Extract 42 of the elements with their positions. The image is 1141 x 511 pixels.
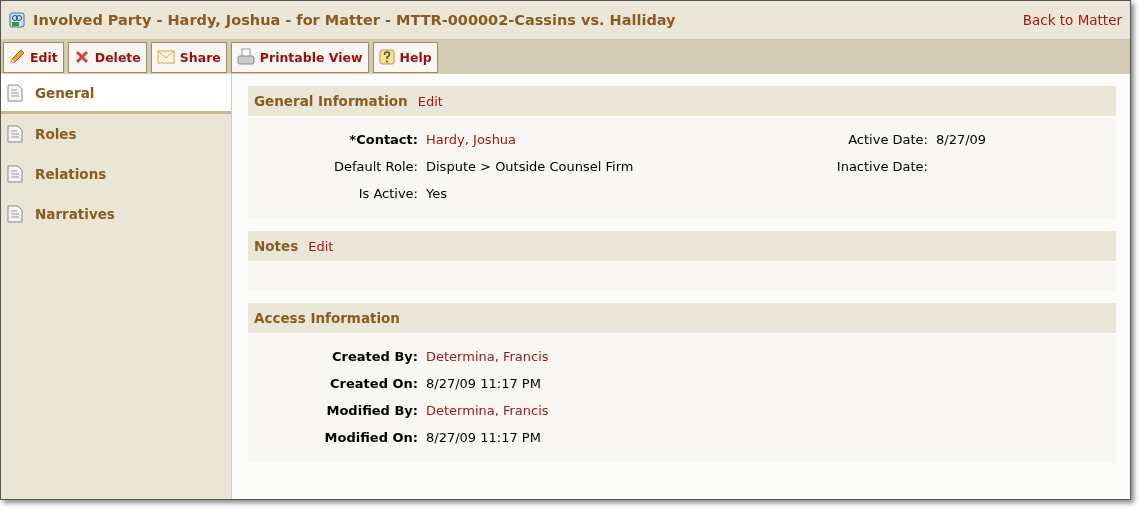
field-value: Yes <box>426 186 447 201</box>
field-label: Modified On: <box>323 430 419 445</box>
document-icon <box>7 165 23 183</box>
sidebar-item[interactable]: Roles <box>1 114 231 154</box>
edit-link[interactable]: Edit <box>417 93 443 109</box>
field-label: Modified By: <box>325 403 419 418</box>
document-icon <box>7 125 23 143</box>
edit-link[interactable]: Edit <box>308 238 334 254</box>
document-icon <box>7 205 23 223</box>
sidebar-item[interactable]: General <box>1 74 231 114</box>
field-label: Created On: <box>329 376 419 391</box>
field-label: Active Date: <box>847 132 929 147</box>
section-title: Notes <box>254 238 299 254</box>
help-button[interactable]: Help <box>372 41 438 73</box>
envelope-icon <box>156 50 175 64</box>
section-title: Access Information <box>254 310 400 326</box>
field-value: Dispute > Outside Counsel Firm <box>426 159 634 174</box>
back-link[interactable]: Back to Matter <box>1022 12 1122 28</box>
field-value-link[interactable]: Determina, Francis <box>426 349 549 364</box>
app-icon <box>9 12 25 28</box>
field-value: 8/27/09 11:17 PM <box>426 376 541 391</box>
pencil-icon <box>9 49 25 65</box>
field-label: Inactive Date: <box>835 159 929 174</box>
field-label: Default Role: <box>332 159 419 174</box>
field-value: 8/27/09 <box>936 132 987 147</box>
printer-icon <box>236 48 255 66</box>
field-value-link[interactable]: Hardy, Joshua <box>426 132 517 147</box>
share-button[interactable]: Share <box>150 41 227 73</box>
help-icon <box>378 49 395 65</box>
edit-button[interactable]: Edit <box>3 41 64 73</box>
print-button[interactable]: Printable View <box>230 41 369 73</box>
delete-button[interactable]: Delete <box>67 41 147 73</box>
field-value: 8/27/09 11:17 PM <box>426 430 541 445</box>
field-label: Created By: <box>331 349 419 364</box>
sidebar-item[interactable]: Narratives <box>1 194 231 234</box>
field-value-link[interactable]: Determina, Francis <box>426 403 549 418</box>
sidebar-item[interactable]: Relations <box>1 154 231 194</box>
section-title: General Information <box>254 93 408 109</box>
document-icon <box>7 83 23 102</box>
field-label: *Contact: <box>348 132 419 147</box>
window-title: Involved Party - Hardy, Joshua - for Matter - MTTR-000002-Cassins vs. Halliday <box>33 12 677 28</box>
field-label: Is Active: <box>357 186 419 201</box>
